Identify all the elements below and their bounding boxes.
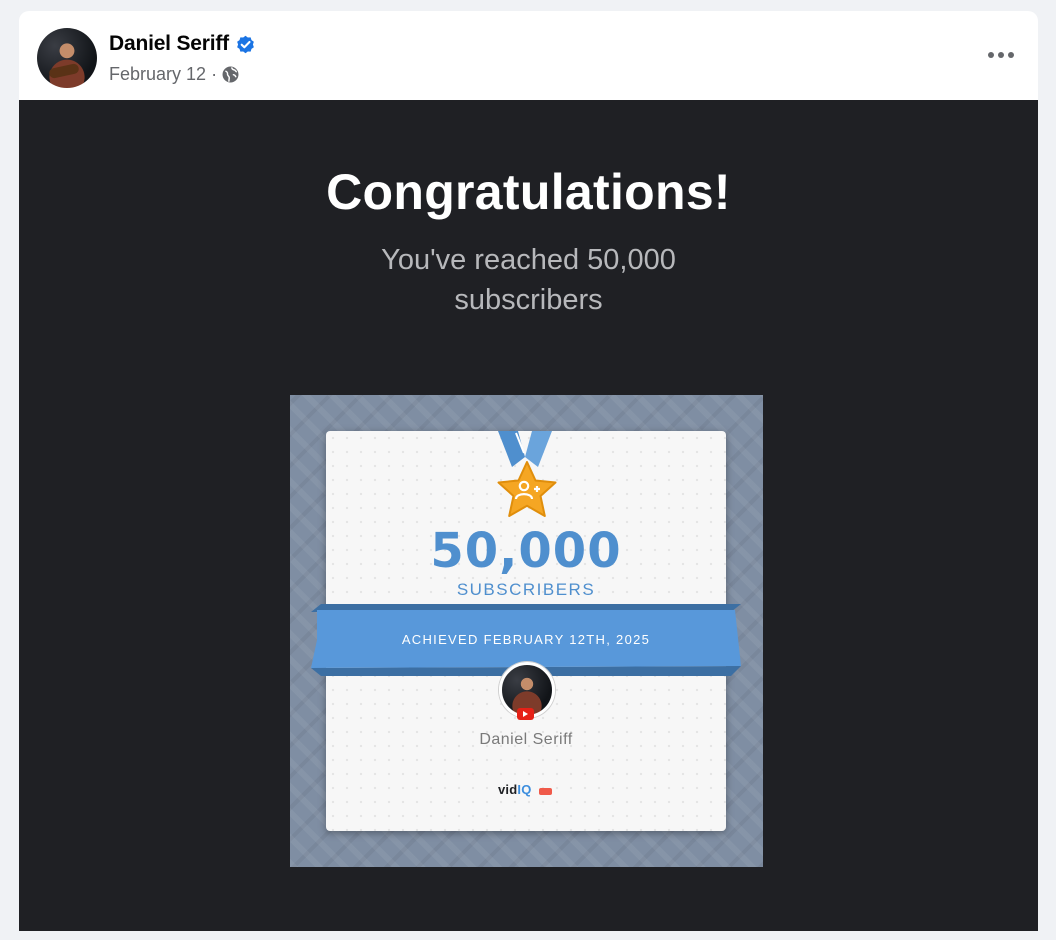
author-name[interactable]: Daniel Seriff: [109, 32, 229, 56]
post-date[interactable]: February 12: [109, 64, 206, 85]
milestone-subtitle: You've reached 50,000 subscribers: [19, 240, 1038, 320]
certificate-frame: 50,000 SUBSCRIBERS ACHIEVED FEBRUARY 12T…: [290, 395, 763, 867]
author-avatar[interactable]: [37, 28, 97, 88]
meta-separator: ·: [211, 64, 218, 84]
subscriber-count: 50,000: [430, 523, 622, 579]
brand-iq: IQ: [517, 782, 532, 797]
subtitle-line-2: subscribers: [454, 284, 603, 316]
verified-badge-icon: [237, 35, 254, 53]
youtube-icon: [517, 708, 534, 720]
more-dot: [988, 52, 994, 58]
certificate-card: 50,000 SUBSCRIBERS ACHIEVED FEBRUARY 12T…: [311, 431, 741, 831]
achieved-date: ACHIEVED FEBRUARY 12TH, 2025: [401, 632, 651, 647]
brand-youtube-icon: [539, 788, 552, 795]
more-dot: [1008, 52, 1014, 58]
vidiq-logo: vidIQ: [498, 782, 532, 797]
post-header: Daniel Seriff February 12 ·: [19, 11, 1038, 100]
post-image[interactable]: Congratulations! You've reached 50,000 s…: [19, 100, 1038, 931]
author-row: Daniel Seriff: [109, 32, 255, 56]
post-meta: February 12 ·: [109, 64, 239, 85]
more-options-button[interactable]: [983, 45, 1019, 65]
post-card: Daniel Seriff February 12 · Congratulati…: [19, 11, 1038, 931]
star-medal-icon: [497, 461, 557, 517]
globe-icon[interactable]: [222, 66, 239, 83]
more-dot: [998, 52, 1004, 58]
congrats-title: Congratulations!: [326, 164, 731, 220]
channel-name: Daniel Seriff: [479, 731, 573, 748]
brand-vid: vid: [498, 782, 518, 797]
subtitle-line-1: You've reached 50,000: [381, 244, 676, 276]
guitar-shape: [48, 62, 80, 80]
subscriber-label: SUBSCRIBERS: [456, 580, 596, 599]
